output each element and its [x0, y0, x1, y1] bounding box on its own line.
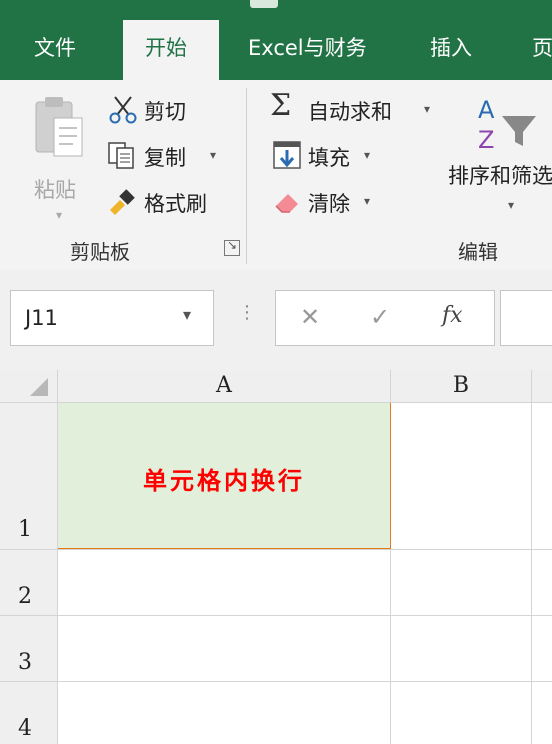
cell-b1[interactable] [391, 403, 531, 549]
cut-label: 剪切 [144, 100, 186, 124]
row-header-2[interactable]: 2 [0, 550, 57, 615]
clear-label: 清除 [308, 192, 350, 216]
tab-page[interactable]: 页 [532, 20, 552, 80]
cell-a1[interactable]: 单元格内换行 [58, 403, 391, 549]
scissors-icon [109, 96, 137, 124]
tab-excel-finance-label: Excel与财务 [248, 36, 367, 60]
tab-insert[interactable]: 插入 [430, 20, 490, 80]
column-header-c[interactable] [532, 370, 552, 402]
clipboard-icon [35, 97, 83, 157]
copy-label: 复制 [144, 146, 186, 170]
ribbon-home-panel: 粘贴 ▾ 剪切 复制 ▾ 格式刷 剪贴板 ↘ Σ 自动求和 ▾ 填充 ▾ 清除 … [0, 80, 552, 270]
copy-dropdown-icon[interactable]: ▾ [210, 148, 216, 162]
name-box-dropdown-icon[interactable]: ▾ [183, 305, 191, 324]
cell-a4[interactable] [58, 682, 390, 744]
select-all-triangle-icon [30, 378, 48, 396]
eraser-icon [275, 194, 298, 213]
cell-a1-text: 单元格内换行 [143, 467, 305, 495]
paste-label: 粘贴 [34, 178, 76, 202]
clipboard-group-label: 剪贴板 [70, 240, 130, 264]
fill-dropdown-icon[interactable]: ▾ [364, 148, 370, 162]
name-box-value: J11 [25, 306, 58, 330]
name-box[interactable]: J11 ▾ [10, 290, 214, 346]
quick-access-stub [250, 0, 278, 8]
sigma-icon: Σ [270, 88, 292, 123]
tab-excel-finance[interactable]: Excel与财务 [248, 20, 388, 80]
paintbrush-icon [110, 189, 135, 215]
row-number-4: 4 [18, 716, 32, 741]
tab-insert-label: 插入 [430, 36, 472, 60]
dialog-launcher-icon: ↘ [227, 238, 238, 252]
editing-group-label: 编辑 [458, 240, 498, 264]
autosum-label: 自动求和 [308, 100, 392, 124]
spreadsheet-grid: A B 1 2 3 4 单元格内换行 [0, 370, 552, 744]
copy-icon [108, 142, 134, 169]
row-header-3[interactable]: 3 [0, 616, 57, 681]
format-painter-button[interactable]: 格式刷 [106, 184, 230, 218]
cell-b3[interactable] [391, 616, 531, 681]
tab-file-label: 文件 [34, 36, 76, 60]
gridline [531, 370, 532, 744]
paste-button[interactable]: 粘贴 ▾ [22, 92, 92, 222]
copy-button[interactable]: 复制 ▾ [106, 138, 230, 172]
select-all-corner[interactable] [0, 370, 57, 402]
formula-bar-row: J11 ▾ ⋮ ✕ ✓ fx [0, 270, 552, 370]
fill-label: 填充 [308, 146, 350, 170]
column-header-a[interactable]: A [58, 370, 390, 402]
autosum-button[interactable]: Σ 自动求和 ▾ [270, 88, 440, 126]
clipboard-dialog-launcher[interactable]: ↘ [224, 238, 240, 256]
tab-page-label: 页 [532, 36, 552, 60]
row-number-3: 3 [18, 650, 32, 675]
insert-function-button[interactable]: fx [442, 303, 463, 328]
sort-filter-button[interactable]: A Z 排序和筛选 ▾ [440, 92, 552, 222]
row-header-1[interactable]: 1 [0, 403, 57, 549]
row-number-1: 1 [18, 517, 32, 542]
sort-filter-label: 排序和筛选 [448, 164, 552, 188]
formula-bar-splitter[interactable]: ⋮ [238, 302, 256, 323]
clear-button[interactable]: 清除 ▾ [270, 184, 380, 218]
format-painter-label: 格式刷 [144, 192, 207, 216]
cut-button[interactable]: 剪切 [106, 92, 216, 126]
fill-button[interactable]: 填充 ▾ [270, 138, 380, 172]
fill-down-icon [273, 141, 301, 169]
cell-b2[interactable] [391, 550, 531, 615]
group-divider [246, 88, 247, 264]
tab-home[interactable]: 开始 [123, 20, 219, 80]
row-header-4[interactable]: 4 [0, 682, 57, 744]
column-header-b[interactable]: B [391, 370, 531, 402]
formula-input[interactable] [500, 290, 552, 346]
cell-b4[interactable] [391, 682, 531, 744]
tab-home-label: 开始 [145, 36, 187, 60]
clear-dropdown-icon[interactable]: ▾ [364, 194, 370, 208]
svg-text:A: A [478, 96, 495, 124]
formula-bar-buttons: ✕ ✓ fx [275, 290, 495, 346]
cell-a3[interactable] [58, 616, 390, 681]
sort-filter-icon: A Z [478, 96, 536, 154]
row-number-2: 2 [18, 584, 32, 609]
enter-check-icon[interactable]: ✓ [370, 303, 390, 331]
ribbon-tab-bar: 文件 开始 Excel与财务 插入 页 [0, 0, 552, 80]
tab-file[interactable]: 文件 [22, 20, 92, 80]
paste-dropdown-icon[interactable]: ▾ [56, 208, 62, 222]
svg-text:Z: Z [478, 126, 494, 154]
autosum-dropdown-icon[interactable]: ▾ [424, 102, 430, 116]
cell-a2[interactable] [58, 550, 390, 615]
cancel-icon[interactable]: ✕ [300, 303, 320, 331]
sort-filter-dropdown-icon[interactable]: ▾ [508, 198, 514, 212]
